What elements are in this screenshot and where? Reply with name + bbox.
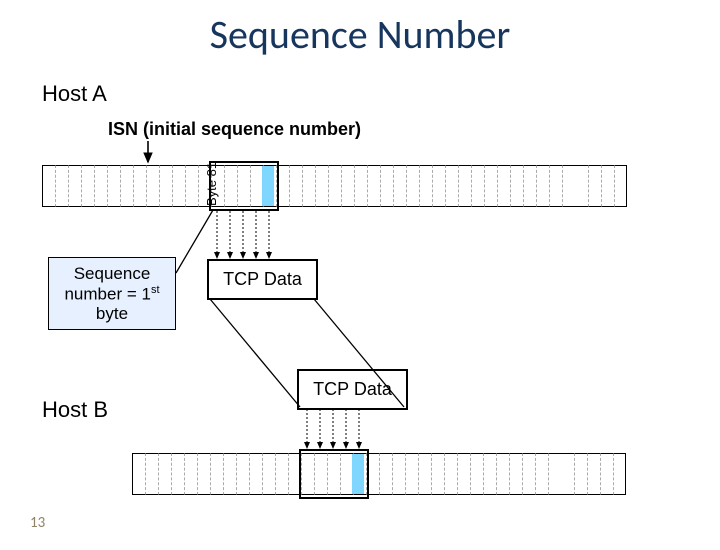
tip-line2a: number = 1 xyxy=(64,284,150,303)
host-a-byte-stream xyxy=(42,165,644,207)
slide-number: 13 xyxy=(30,514,45,532)
byte-81-label: Byte 81 xyxy=(204,162,219,206)
page-title: Sequence Number xyxy=(0,10,720,59)
host-b-label: Host B xyxy=(42,397,108,423)
tcp-data-box-upper: TCP Data xyxy=(207,259,318,300)
host-a-label: Host A xyxy=(42,81,107,107)
tip-line1: Sequence xyxy=(74,264,151,283)
tip-line3: byte xyxy=(96,304,128,323)
upper-segment-frame xyxy=(209,161,279,211)
sequence-tip-box: Sequence number = 1st byte xyxy=(48,257,176,330)
tip-line2-sup: st xyxy=(151,284,160,296)
isn-label: ISN (initial sequence number) xyxy=(108,119,361,140)
tcp-data-box-lower: TCP Data xyxy=(297,369,408,410)
lower-segment-frame xyxy=(299,449,369,499)
host-b-byte-stream xyxy=(132,453,644,495)
